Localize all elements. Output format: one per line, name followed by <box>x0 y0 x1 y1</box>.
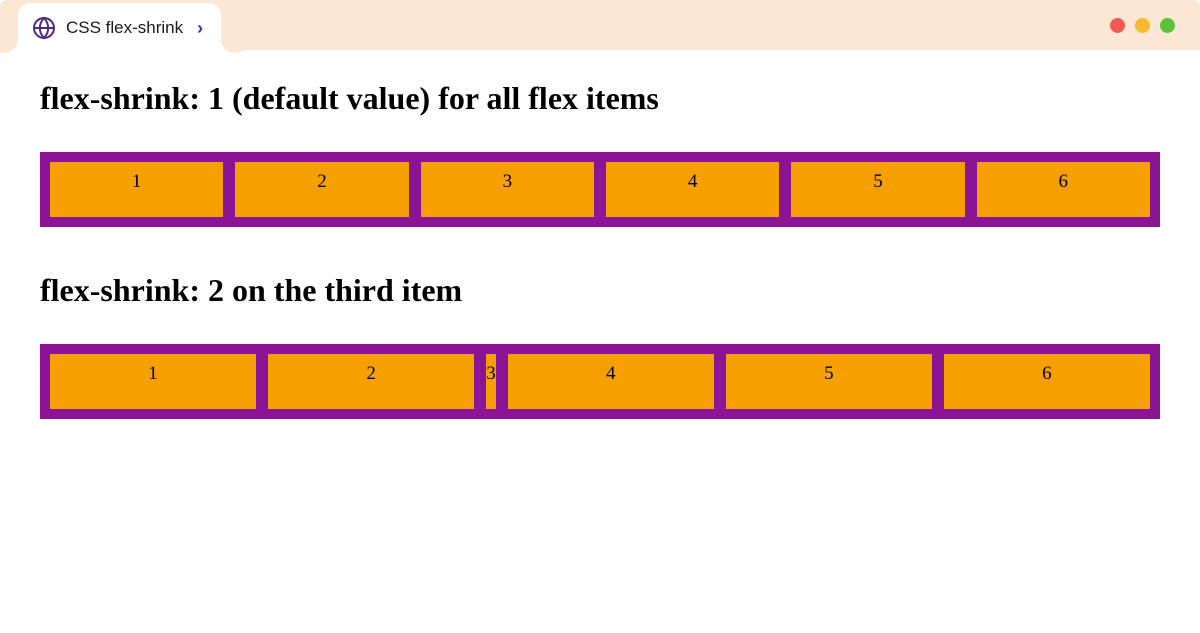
globe-icon <box>32 16 56 40</box>
tab-title: CSS flex-shrink <box>66 18 183 38</box>
minimize-window-button[interactable] <box>1135 18 1150 33</box>
page-content: flex-shrink: 1 (default value) for all f… <box>0 50 1200 494</box>
flex-item-shrink-2: 3 <box>486 354 496 409</box>
flex-container-default: 1 2 3 4 5 6 <box>40 152 1160 227</box>
example-heading: flex-shrink: 1 (default value) for all f… <box>40 80 1160 117</box>
maximize-window-button[interactable] <box>1160 18 1175 33</box>
flex-item: 4 <box>508 354 714 409</box>
flex-item: 2 <box>235 162 408 217</box>
flex-item: 3 <box>421 162 594 217</box>
flex-item: 5 <box>791 162 964 217</box>
flex-item: 6 <box>977 162 1150 217</box>
flex-item: 5 <box>726 354 932 409</box>
example-heading: flex-shrink: 2 on the third item <box>40 272 1160 309</box>
chevron-right-icon: › <box>197 18 203 39</box>
browser-chrome: CSS flex-shrink › <box>0 0 1200 50</box>
flex-item: 4 <box>606 162 779 217</box>
flex-container-shrink2: 1 2 3 4 5 6 <box>40 344 1160 419</box>
flex-item: 6 <box>944 354 1150 409</box>
close-window-button[interactable] <box>1110 18 1125 33</box>
flex-item: 1 <box>50 354 256 409</box>
browser-tab[interactable]: CSS flex-shrink › <box>18 3 221 53</box>
flex-item: 2 <box>268 354 474 409</box>
flex-item: 1 <box>50 162 223 217</box>
window-controls <box>1110 18 1175 33</box>
